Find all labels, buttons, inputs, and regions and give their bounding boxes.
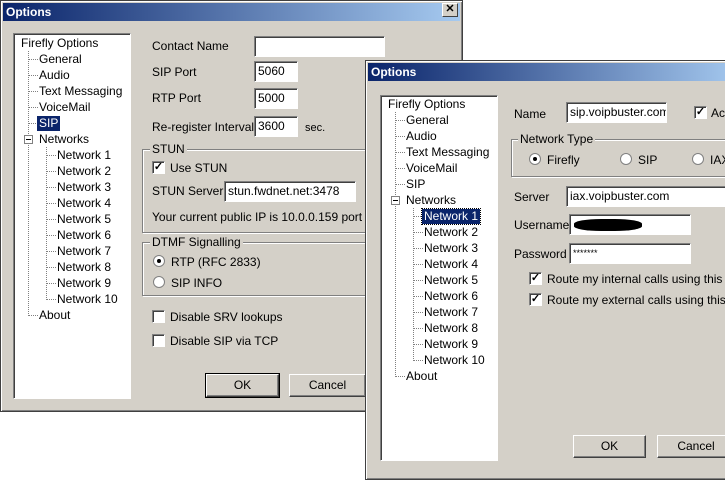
type-firefly-radio[interactable] [529, 153, 541, 165]
stun-server-field[interactable]: stun.fwdnet.net:3478 [224, 181, 356, 202]
server-label: Server [514, 190, 550, 204]
collapse-icon[interactable] [24, 135, 33, 144]
tree-item-network-9[interactable]: Network 9 [422, 337, 480, 352]
tree-item-network-3[interactable]: Network 3 [55, 180, 113, 195]
options-tree[interactable]: Firefly Options General Audio Text Messa… [380, 95, 498, 461]
type-iax-radio[interactable] [692, 153, 704, 165]
dialog-title-bar[interactable]: Options [3, 3, 460, 21]
ok-button[interactable]: OK [573, 435, 646, 458]
tree-item-network-8[interactable]: Network 8 [422, 321, 480, 336]
tree-item-networks[interactable]: Networks [404, 193, 458, 208]
tree-item-network-10[interactable]: Network 10 [55, 292, 120, 307]
tree-root[interactable]: Firefly Options [386, 97, 467, 112]
stun-server-label: STUN Server: [152, 184, 227, 198]
tree-item-networks[interactable]: Networks [37, 132, 91, 147]
disable-srv-label[interactable]: Disable SRV lookups [170, 310, 283, 324]
redacted-username [574, 219, 642, 231]
dialog-title-bar[interactable]: Options [368, 63, 725, 81]
username-label: Username [514, 218, 570, 232]
tree-item-network-6[interactable]: Network 6 [55, 228, 113, 243]
disable-tcp-label[interactable]: Disable SIP via TCP [170, 334, 278, 348]
password-field[interactable]: ******* [569, 243, 691, 264]
dialog-title: Options [371, 65, 417, 79]
name-field[interactable]: sip.voipbuster.com [566, 102, 667, 123]
route-internal-label[interactable]: Route my internal calls using this netw [547, 272, 725, 286]
use-stun-label[interactable]: Use STUN [170, 161, 227, 175]
tree-item-network-9[interactable]: Network 9 [55, 276, 113, 291]
dtmf-sip-info-label[interactable]: SIP INFO [171, 276, 222, 290]
tree-item-network-10[interactable]: Network 10 [422, 353, 487, 368]
route-internal-checkbox[interactable]: ✓ [529, 272, 542, 285]
options-dialog-network: Options Firefly Options General Audio Te… [365, 60, 725, 480]
tree-item-network-5[interactable]: Network 5 [55, 212, 113, 227]
rtp-port-field[interactable]: 5000 [254, 88, 298, 109]
use-stun-checkbox[interactable]: ✓ [152, 161, 165, 174]
ok-button[interactable]: OK [205, 373, 280, 398]
route-external-label[interactable]: Route my external calls using this netw [547, 293, 725, 307]
password-label: Password [514, 247, 567, 261]
tree-item-general[interactable]: General [37, 52, 84, 67]
tree-item-text-messaging[interactable]: Text Messaging [37, 84, 124, 99]
type-firefly-label[interactable]: Firefly [547, 153, 580, 167]
type-sip-label[interactable]: SIP [638, 153, 657, 167]
tree-guide-line [46, 147, 47, 300]
contact-name-field[interactable] [254, 36, 385, 57]
rtp-port-label: RTP Port [152, 91, 201, 105]
active-checkbox[interactable]: ✓ [694, 106, 707, 119]
tree-item-about[interactable]: About [37, 308, 72, 323]
cancel-button[interactable]: Cancel [657, 435, 725, 458]
tree-root[interactable]: Firefly Options [19, 36, 100, 51]
tree-item-network-2[interactable]: Network 2 [55, 164, 113, 179]
disable-tcp-checkbox[interactable] [152, 334, 165, 347]
tree-item-network-6[interactable]: Network 6 [422, 289, 480, 304]
tree-item-network-7[interactable]: Network 7 [55, 244, 113, 259]
server-field[interactable]: iax.voipbuster.com [566, 186, 725, 207]
dialog-title: Options [6, 5, 52, 19]
close-icon[interactable]: ✕ [442, 3, 458, 17]
type-sip-radio[interactable] [620, 153, 632, 165]
route-external-checkbox[interactable]: ✓ [529, 293, 542, 306]
tree-item-network-8[interactable]: Network 8 [55, 260, 113, 275]
dtmf-group-title: DTMF Signalling [150, 235, 243, 249]
dtmf-sip-info-radio[interactable] [153, 276, 165, 288]
tree-item-general[interactable]: General [404, 113, 451, 128]
tree-item-network-3[interactable]: Network 3 [422, 241, 480, 256]
disable-srv-checkbox[interactable] [152, 310, 165, 323]
active-label[interactable]: Ac [711, 106, 725, 120]
sip-port-field[interactable]: 5060 [254, 61, 298, 82]
collapse-icon[interactable] [391, 196, 400, 205]
tree-item-network-5[interactable]: Network 5 [422, 273, 480, 288]
sip-port-label: SIP Port [152, 65, 197, 79]
tree-item-audio[interactable]: Audio [404, 129, 439, 144]
tree-item-sip[interactable]: SIP [404, 177, 427, 192]
tree-item-voicemail[interactable]: VoiceMail [37, 100, 92, 115]
name-label: Name [514, 107, 547, 121]
tree-item-network-1[interactable]: Network 1 [420, 208, 482, 225]
tree-item-network-4[interactable]: Network 4 [55, 196, 113, 211]
reregister-unit: sec. [305, 122, 326, 134]
tree-item-network-1[interactable]: Network 1 [55, 148, 113, 163]
tree-item-about[interactable]: About [404, 369, 439, 384]
stun-group-title: STUN [150, 142, 187, 156]
public-ip-text: Your current public IP is 10.0.0.159 por… [152, 210, 393, 224]
network-type-title: Network Type [518, 132, 596, 146]
reregister-interval-field[interactable]: 3600 [254, 116, 298, 137]
dtmf-rtp-radio[interactable] [153, 255, 165, 267]
tree-item-network-4[interactable]: Network 4 [422, 257, 480, 272]
cancel-button[interactable]: Cancel [289, 374, 366, 397]
tree-item-voicemail[interactable]: VoiceMail [404, 161, 459, 176]
tree-guide-line [413, 208, 414, 361]
tree-item-network-2[interactable]: Network 2 [422, 225, 480, 240]
tree-item-network-7[interactable]: Network 7 [422, 305, 480, 320]
reregister-interval-label: Re-register Interval [152, 120, 255, 134]
options-tree[interactable]: Firefly Options General Audio Text Messa… [13, 33, 131, 399]
type-iax-label[interactable]: IAX [710, 153, 725, 167]
tree-item-audio[interactable]: Audio [37, 68, 72, 83]
dtmf-rtp-label[interactable]: RTP (RFC 2833) [171, 255, 261, 269]
tree-item-text-messaging[interactable]: Text Messaging [404, 145, 491, 160]
tree-item-sip[interactable]: SIP [37, 116, 61, 131]
contact-name-label: Contact Name [152, 39, 229, 53]
